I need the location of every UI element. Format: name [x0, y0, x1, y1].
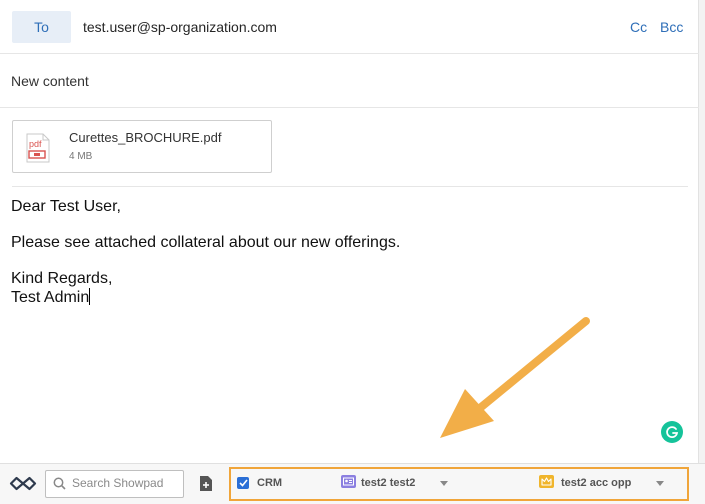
contact-card-icon	[341, 475, 356, 488]
to-recipient[interactable]: test.user@sp-organization.com	[83, 19, 277, 35]
crm-checkbox[interactable]	[237, 477, 249, 489]
pdf-icon-text: pdf	[29, 139, 42, 149]
crm-label: CRM	[257, 477, 283, 489]
attachment-name: Curettes_BROCHURE.pdf	[69, 130, 222, 145]
add-document-icon[interactable]	[200, 476, 212, 491]
grammarly-g-icon	[666, 426, 679, 438]
attachment-card[interactable]: pdf Curettes_BROCHURE.pdf 4 MB	[12, 120, 272, 173]
body-signature-line[interactable]: Test Admin	[11, 288, 91, 307]
showpad-toolbar: CRM test2 test2 test2 acc opp	[0, 463, 705, 504]
cc-link[interactable]: Cc	[630, 19, 647, 35]
body-paragraph[interactable]: Please see attached collateral about our…	[11, 234, 400, 252]
to-button[interactable]: To	[12, 11, 71, 43]
search-box[interactable]	[45, 470, 184, 498]
pdf-file-icon: pdf	[26, 133, 50, 163]
body-closing[interactable]: Kind Regards,	[11, 270, 112, 288]
grammarly-icon[interactable]	[661, 421, 683, 443]
text-caret	[89, 288, 91, 305]
crm-panel: CRM test2 test2 test2 acc opp	[229, 467, 689, 501]
subject-field[interactable]: New content	[11, 73, 89, 89]
crm-opportunity[interactable]: test2 acc opp	[561, 477, 631, 489]
search-icon	[53, 477, 66, 490]
subject-row: New content	[0, 54, 699, 108]
bcc-link[interactable]: Bcc	[660, 19, 683, 35]
body-greeting[interactable]: Dear Test User,	[11, 198, 121, 216]
showpad-logo-icon[interactable]	[9, 476, 37, 491]
divider	[12, 186, 688, 187]
crown-icon	[539, 475, 554, 488]
search-input[interactable]	[72, 474, 180, 492]
to-row: To test.user@sp-organization.com Cc Bcc	[0, 0, 699, 54]
body-signature: Test Admin	[11, 289, 90, 306]
chevron-down-icon[interactable]	[656, 481, 664, 486]
scrollbar-track[interactable]	[698, 0, 705, 463]
chevron-down-icon[interactable]	[440, 481, 448, 486]
crm-contact[interactable]: test2 test2	[361, 477, 415, 489]
checkmark-icon	[238, 479, 248, 487]
attachment-size: 4 MB	[69, 151, 93, 162]
